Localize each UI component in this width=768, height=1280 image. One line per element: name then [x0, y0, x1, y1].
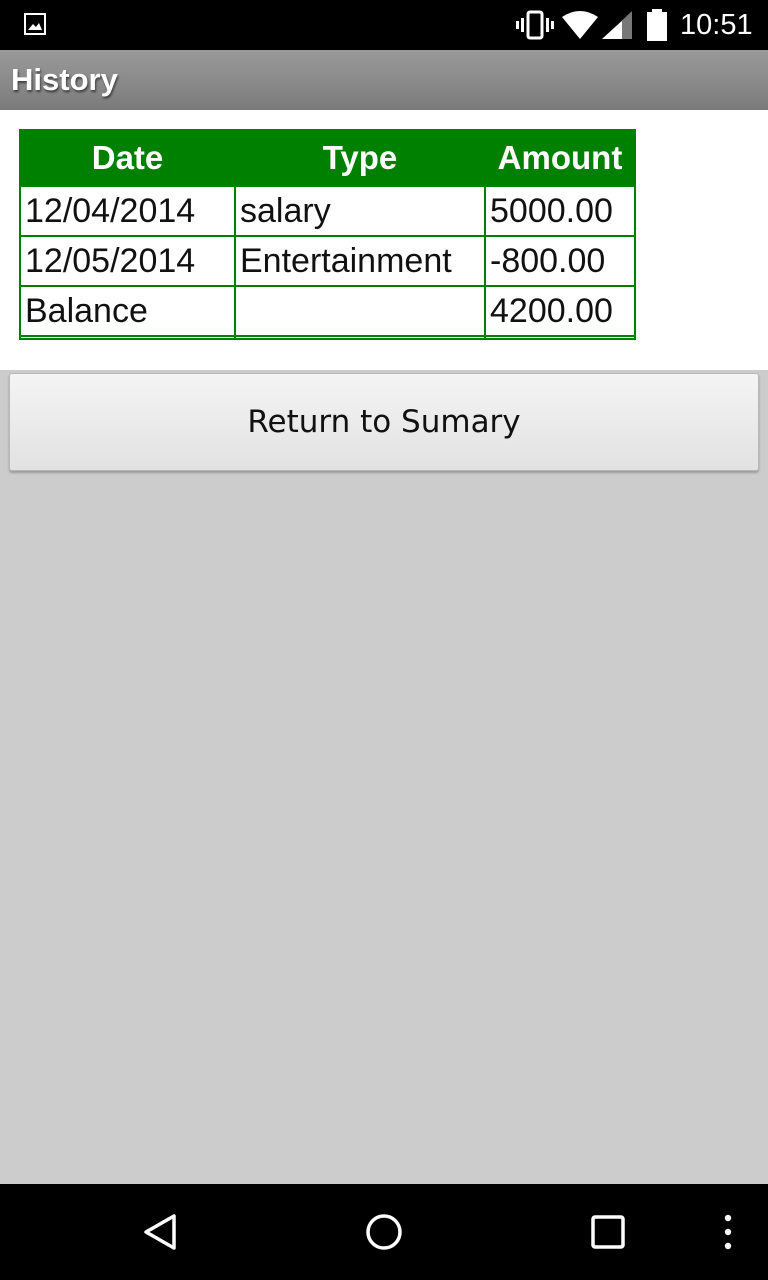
battery-icon	[647, 9, 667, 41]
cell-type: salary	[234, 185, 486, 237]
cell-signal-icon	[602, 11, 632, 39]
overflow-menu-icon[interactable]	[716, 1212, 740, 1252]
navigation-bar	[0, 1184, 768, 1280]
table-row-balance: Balance 4200.00	[19, 285, 636, 337]
cell-date: 12/04/2014	[19, 185, 236, 237]
home-icon[interactable]	[364, 1212, 404, 1252]
table-row: 12/05/2014 Entertainment -800.00	[19, 235, 636, 287]
cell-amount: 5000.00	[484, 185, 636, 237]
status-clock: 10:51	[680, 9, 753, 41]
table-row: 12/04/2014 salary 5000.00	[19, 185, 636, 237]
return-to-summary-button[interactable]: Return to Sumary	[9, 373, 759, 471]
header-date: Date	[19, 129, 236, 187]
cell-date: 12/05/2014	[19, 235, 236, 287]
title-bar: History	[0, 50, 768, 110]
cell-date: Balance	[19, 285, 236, 337]
cell-amount: 4200.00	[484, 285, 636, 337]
header-amount: Amount	[484, 129, 636, 187]
history-table: Date Type Amount 12/04/2014 salary 5000.…	[19, 129, 636, 340]
vibrate-icon	[516, 10, 554, 40]
image-notification-icon	[24, 13, 46, 35]
cell-type	[234, 285, 486, 337]
recents-icon[interactable]	[588, 1212, 628, 1252]
status-bar: 10:51	[0, 0, 768, 50]
history-content: Date Type Amount 12/04/2014 salary 5000.…	[0, 110, 768, 370]
back-icon[interactable]	[140, 1212, 180, 1252]
cell-empty	[19, 335, 236, 340]
cell-amount: -800.00	[484, 235, 636, 287]
header-type: Type	[234, 129, 486, 187]
page-title: History	[11, 62, 118, 97]
cell-empty	[234, 335, 486, 340]
cell-empty	[484, 335, 636, 340]
cell-type: Entertainment	[234, 235, 486, 287]
table-header-row: Date Type Amount	[19, 129, 636, 187]
table-row-empty	[19, 335, 636, 340]
wifi-icon	[562, 11, 598, 39]
